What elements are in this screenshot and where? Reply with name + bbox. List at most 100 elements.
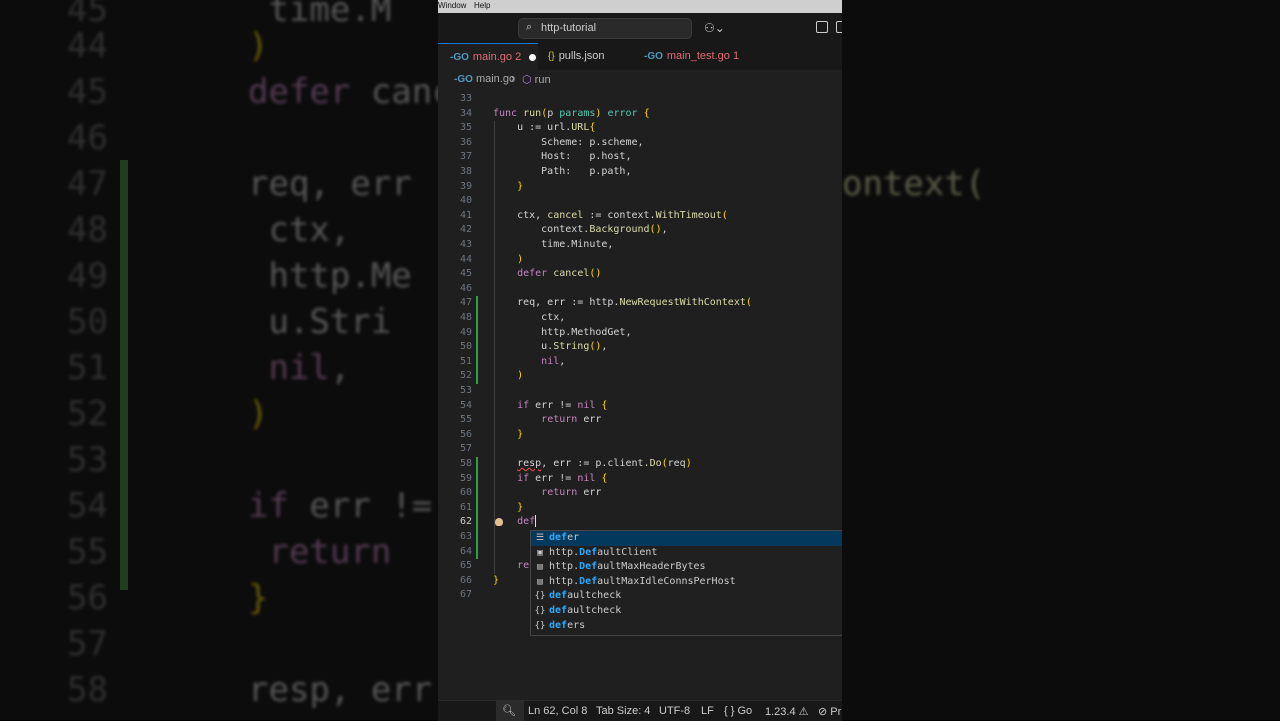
line-text: req, err := http.NewRequestWithContext( bbox=[493, 297, 752, 309]
line-number: 60 bbox=[459, 487, 472, 499]
code-line[interactable]: 40 bbox=[438, 194, 842, 209]
line-number: 63 bbox=[459, 531, 472, 542]
layout-sidebar-icon[interactable] bbox=[836, 21, 842, 33]
code-line[interactable]: 42 context.Background(), bbox=[438, 223, 842, 238]
code-line[interactable]: 54 if err != nil { bbox=[438, 399, 842, 414]
line-text: } bbox=[517, 180, 524, 192]
line-number: 67 bbox=[459, 589, 472, 601]
suggestion-item[interactable]: ☰ defer bbox=[531, 531, 842, 546]
copilot-icon[interactable]: ⚇⌄ bbox=[704, 21, 725, 35]
suggestion-item[interactable]: ▤ http.DefaultMaxIdleConnsPerHost bbox=[531, 575, 842, 590]
suggestion-label: defers bbox=[549, 619, 586, 631]
code-line[interactable]: 34 func run(p params) error { bbox=[438, 107, 842, 122]
tab-main-go[interactable]: -GO main.go 2 bbox=[438, 43, 538, 70]
command-center-search[interactable]: ⌕ http-tutorial bbox=[518, 18, 692, 39]
menu-help[interactable]: Help bbox=[474, 1, 490, 10]
git-modified-marker[interactable] bbox=[476, 296, 478, 384]
go-file-icon: -GO bbox=[454, 74, 473, 85]
suggestion-item[interactable]: {} defers bbox=[531, 619, 842, 634]
go-version[interactable]: 1.23.4 ⚠ bbox=[765, 705, 809, 718]
line-text: resp, err := p.client.Do(req) bbox=[517, 458, 692, 469]
line-number: 40 bbox=[459, 195, 472, 207]
code-line[interactable]: 47 req, err := http.NewRequestWithContex… bbox=[438, 296, 842, 311]
code-line[interactable]: 38 Path: p.path, bbox=[438, 165, 842, 180]
code-line[interactable]: 60 return err bbox=[438, 486, 842, 501]
prettier-status[interactable]: ⊘ Pr bbox=[818, 705, 841, 718]
git-modified-marker[interactable] bbox=[476, 457, 478, 560]
code-line[interactable]: 58 resp, err := p.client.Do(req) bbox=[438, 457, 842, 472]
background-code-line: 44) bbox=[0, 26, 268, 66]
code-line[interactable]: 35 u := url.URL{ bbox=[438, 121, 842, 136]
code-line[interactable]: 49 http.MethodGet, bbox=[438, 326, 842, 341]
suggestion-item[interactable]: ▤ http.DefaultMaxHeaderBytes bbox=[531, 560, 842, 575]
code-line[interactable]: 48 ctx, bbox=[438, 311, 842, 326]
background-line-number: 44 bbox=[67, 26, 108, 66]
code-line[interactable]: 57 bbox=[438, 442, 842, 457]
code-line[interactable]: 53 bbox=[438, 384, 842, 399]
line-number: 54 bbox=[459, 399, 472, 411]
code-line[interactable]: 39 } bbox=[438, 180, 842, 195]
code-line[interactable]: 56 } bbox=[438, 428, 842, 443]
zoom-icon[interactable]: 🔍︎ bbox=[496, 701, 524, 721]
text-cursor bbox=[535, 515, 537, 528]
suggestion-item[interactable]: ▣ http.DefaultClient bbox=[531, 546, 842, 561]
constant-icon: ▤ bbox=[537, 576, 543, 587]
line-number: 45 bbox=[459, 268, 472, 280]
line-text: time.Minute, bbox=[493, 239, 614, 250]
background-code-line: 47 req, err := bbox=[0, 164, 438, 204]
background-code-line: 46 bbox=[0, 118, 248, 158]
background-line-text: ctx, bbox=[248, 210, 351, 250]
constant-icon: ▤ bbox=[537, 562, 543, 573]
line-number: 56 bbox=[459, 428, 472, 440]
line-number: 36 bbox=[459, 136, 472, 148]
code-line[interactable]: 51 nil, bbox=[438, 355, 842, 370]
code-line[interactable]: 36 Scheme: p.scheme, bbox=[438, 136, 842, 151]
workspace-name: http-tutorial bbox=[541, 22, 597, 34]
code-line[interactable]: 59 if err != nil { bbox=[438, 472, 842, 487]
layout-panel-icon[interactable] bbox=[816, 21, 828, 33]
tab-pulls-json[interactable]: {} pulls.json bbox=[538, 43, 634, 70]
background-code-line: 49 http.Me bbox=[0, 256, 412, 296]
code-line[interactable]: 37 Host: p.host, bbox=[438, 150, 842, 165]
code-line[interactable]: 43 time.Minute, bbox=[438, 238, 842, 253]
code-line[interactable]: 45 defer cancel() bbox=[438, 267, 842, 282]
line-number: 33 bbox=[459, 93, 472, 104]
code-line[interactable]: 61 } bbox=[438, 501, 842, 516]
menu-window[interactable]: Window bbox=[438, 1, 466, 10]
code-line[interactable]: 50 u.String(), bbox=[438, 340, 842, 355]
background-line-text: req, err := bbox=[248, 164, 438, 204]
breadcrumb-file[interactable]: -GO main.go bbox=[454, 73, 515, 85]
code-line[interactable]: 55 return err bbox=[438, 413, 842, 428]
lightbulb-icon[interactable] bbox=[495, 518, 503, 526]
background-code-fragment: ontext( bbox=[842, 164, 986, 204]
line-text: ctx, cancel := context.WithTimeout( bbox=[493, 209, 728, 221]
breadcrumb: -GO main.go › ⬡ run bbox=[438, 70, 842, 88]
end-of-line[interactable]: LF bbox=[701, 705, 714, 717]
breadcrumb-symbol[interactable]: ⬡ run bbox=[522, 73, 551, 86]
tab-main-test-go[interactable]: -GO main_test.go 1 bbox=[634, 43, 754, 70]
line-number: 61 bbox=[459, 501, 472, 513]
tab-size[interactable]: Tab Size: 4 bbox=[596, 705, 650, 717]
code-line[interactable]: 46 bbox=[438, 282, 842, 297]
encoding[interactable]: UTF-8 bbox=[659, 705, 690, 717]
line-number: 53 bbox=[459, 385, 472, 396]
line-text: ) bbox=[517, 370, 524, 382]
background-code-line: 45 defer cance bbox=[0, 72, 438, 112]
line-number: 50 bbox=[459, 341, 472, 353]
code-line[interactable]: 33 bbox=[438, 92, 842, 107]
suggestion-item[interactable]: {} defaultcheck bbox=[531, 604, 842, 619]
suggestion-item[interactable]: {} defaultcheck bbox=[531, 589, 842, 604]
line-text: nil, bbox=[541, 355, 566, 367]
code-line[interactable]: 44 ) bbox=[438, 253, 842, 268]
unsaved-dot-icon[interactable] bbox=[529, 53, 537, 61]
line-text: http.MethodGet, bbox=[493, 326, 632, 338]
background-line-number: 57 bbox=[67, 624, 108, 664]
method-icon: ⬡ bbox=[522, 74, 532, 86]
code-line[interactable]: 52 ) bbox=[438, 369, 842, 384]
editor-window: Window Help ⌕ http-tutorial ⚇⌄ -GO main.g… bbox=[438, 0, 842, 720]
code-line[interactable]: 41 ctx, cancel := context.WithTimeout( bbox=[438, 209, 842, 224]
cursor-position[interactable]: Ln 62, Col 8 bbox=[528, 705, 587, 717]
warning-icon: ⚠ bbox=[798, 706, 809, 718]
line-text: return err bbox=[541, 414, 602, 426]
language-mode[interactable]: { } Go bbox=[724, 705, 752, 717]
